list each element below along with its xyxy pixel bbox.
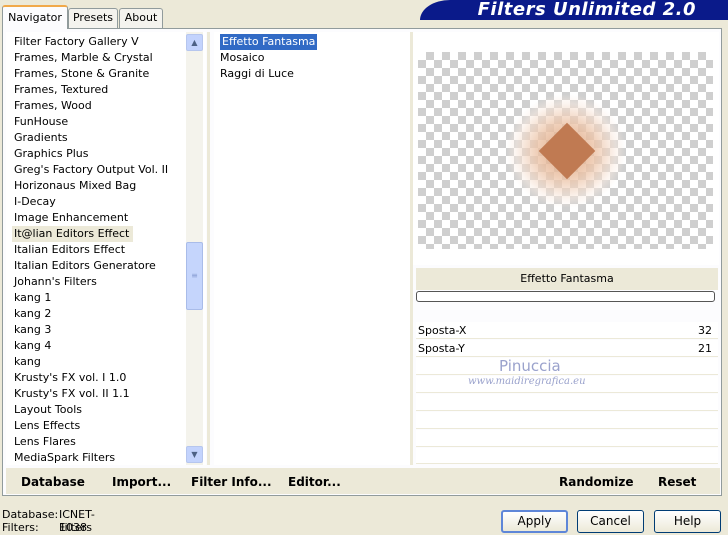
category-item[interactable]: I-Decay — [14, 194, 56, 210]
filter-list[interactable]: Effetto Fantasma Mosaico Raggi di Luce — [214, 32, 410, 465]
category-item[interactable]: kang — [14, 354, 41, 370]
status-filters-label: Filters: — [2, 521, 39, 534]
param-row-sposta-y[interactable]: Sposta-Y 21 — [416, 340, 718, 357]
category-item[interactable]: Graphics Plus — [14, 146, 88, 162]
app-banner: Filters Unlimited 2.0 — [420, 0, 728, 20]
param-label: Sposta-Y — [418, 342, 465, 355]
category-item[interactable]: It@lian Editors Effect — [12, 226, 134, 242]
category-item[interactable]: Frames, Wood — [14, 98, 92, 114]
editor-button[interactable]: Editor... — [288, 474, 341, 490]
category-item[interactable]: kang 1 — [14, 290, 51, 306]
filter-info-button[interactable]: Filter Info... — [191, 474, 272, 490]
status-database-label: Database: — [2, 508, 59, 521]
status-filters-value: 1038 — [59, 521, 87, 534]
category-item[interactable]: Layout Tools — [14, 402, 82, 418]
param-row-empty[interactable] — [416, 412, 718, 429]
scroll-up-icon[interactable]: ▲ — [186, 34, 203, 51]
cancel-button[interactable]: Cancel — [577, 510, 644, 533]
category-item[interactable]: Krusty's FX vol. I 1.0 — [14, 370, 126, 386]
param-row-sposta-x[interactable]: Sposta-X 32 — [416, 322, 718, 339]
watermark-url: www.maidiregrafica.eu — [468, 376, 586, 387]
category-item[interactable]: kang 3 — [14, 322, 51, 338]
category-item[interactable]: Horizonaus Mixed Bag — [14, 178, 136, 194]
param-value: 21 — [698, 342, 712, 355]
category-item[interactable]: Johann's Filters — [14, 274, 97, 290]
param-row-empty[interactable] — [416, 430, 718, 447]
category-item[interactable]: Krusty's FX vol. II 1.1 — [14, 386, 130, 402]
category-item[interactable]: Lens Flares — [14, 434, 76, 450]
help-button[interactable]: Help — [654, 510, 721, 533]
filter-item[interactable]: Mosaico — [220, 50, 265, 66]
category-item[interactable]: Lens Effects — [14, 418, 80, 434]
param-label: Sposta-X — [418, 324, 467, 337]
category-item[interactable]: Frames, Marble & Crystal — [14, 50, 153, 66]
database-button[interactable]: Database — [21, 474, 85, 490]
category-item[interactable]: Frames, Textured — [14, 82, 108, 98]
effect-name: Effetto Fantasma — [416, 268, 718, 290]
category-item[interactable]: Gradients — [14, 130, 68, 146]
watermark-name: Pinuccia — [499, 357, 561, 375]
category-item[interactable]: Italian Editors Effect — [14, 242, 125, 258]
category-item[interactable]: FunHouse — [14, 114, 68, 130]
filter-item[interactable]: Effetto Fantasma — [220, 34, 318, 50]
category-item[interactable]: Filter Factory Gallery V — [14, 34, 139, 50]
category-item[interactable]: Italian Editors Generatore — [14, 258, 156, 274]
pane-divider[interactable] — [207, 32, 210, 465]
scroll-down-icon[interactable]: ▼ — [186, 446, 203, 463]
randomize-button[interactable]: Randomize — [559, 474, 633, 490]
param-row-empty[interactable] — [416, 394, 718, 411]
param-row-empty[interactable] — [416, 358, 718, 375]
filter-item[interactable]: Raggi di Luce — [220, 66, 294, 82]
progress-bar — [416, 291, 715, 302]
category-item[interactable]: kang 4 — [14, 338, 51, 354]
tab-presets[interactable]: Presets — [68, 8, 118, 28]
import-button[interactable]: Import... — [112, 474, 171, 490]
reset-button[interactable]: Reset — [658, 474, 696, 490]
category-item[interactable]: Frames, Stone & Granite — [14, 66, 149, 82]
category-item[interactable]: kang 2 — [14, 306, 51, 322]
category-item[interactable]: MediaSpark Filters — [14, 450, 115, 465]
param-row-empty[interactable] — [416, 448, 718, 464]
tab-navigator[interactable]: Navigator — [2, 5, 68, 29]
tab-about[interactable]: About — [119, 8, 163, 28]
apply-button[interactable]: Apply — [501, 510, 568, 533]
param-value: 32 — [698, 324, 712, 337]
tab-strip: Navigator Presets About — [0, 0, 420, 29]
category-item[interactable]: Greg's Factory Output Vol. II — [14, 162, 168, 178]
category-list[interactable]: Filter Factory Gallery V Frames, Marble &… — [6, 32, 206, 465]
status-info: Database: ICNET-Filters Filters: 1038 — [2, 508, 95, 534]
category-scrollbar[interactable]: ▲ ≡ ▼ — [186, 32, 203, 465]
category-item[interactable]: Image Enhancement — [14, 210, 128, 226]
scroll-thumb[interactable]: ≡ — [186, 242, 203, 310]
